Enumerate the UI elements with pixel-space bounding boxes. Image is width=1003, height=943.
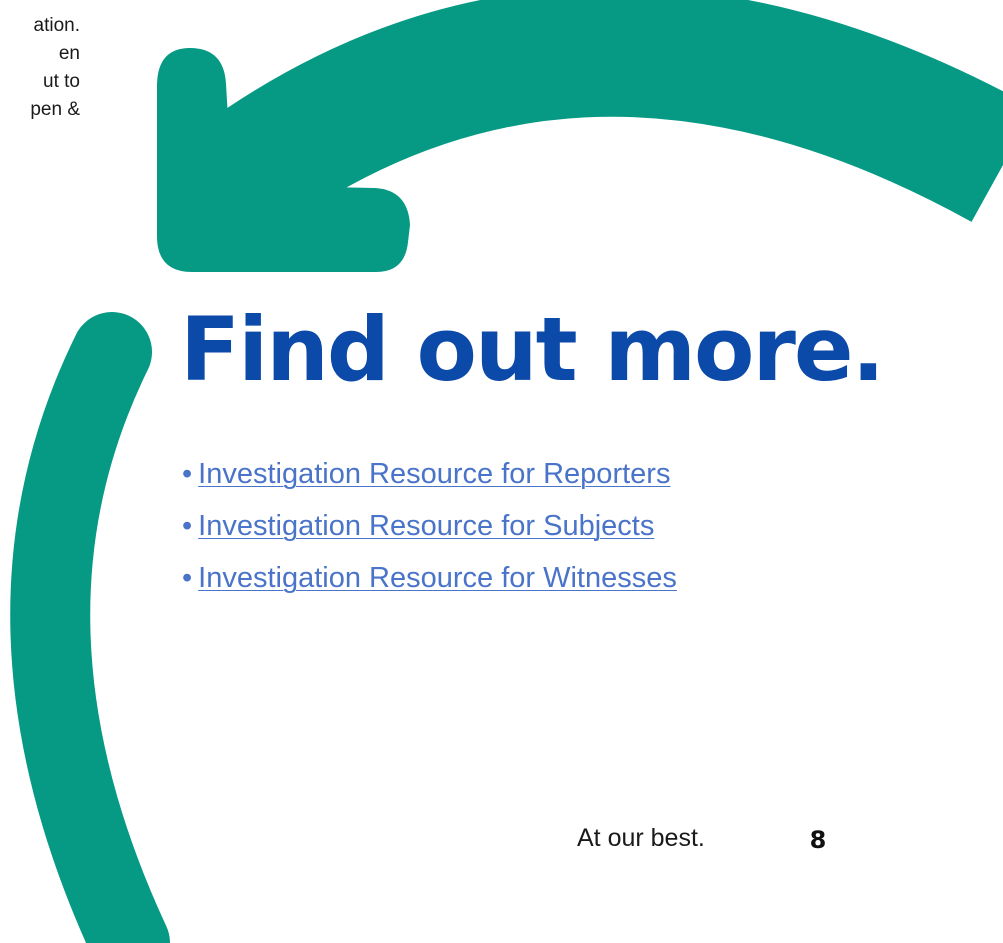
arrow-arc-left [10,312,170,943]
bullet: • [182,562,193,594]
intro-line: pen & [30,99,80,120]
list-item: • Investigation Resource for Subjects [182,500,677,552]
resource-link-list: • Investigation Resource for Reporters • I… [182,448,677,604]
page-number: 8 [809,826,827,854]
footer-tagline: At our best. [577,824,705,852]
arrow-arc-upper [164,0,1003,256]
intro-line: ation. [33,15,80,36]
intro-line: en [58,43,80,64]
link-subjects-resource[interactable]: Investigation Resource for Subjects [198,510,654,542]
intro-line: ut to [43,71,80,92]
bullet: • [182,458,193,490]
bullet: • [182,510,193,542]
intro-text: ation. en ut to pen & [0,12,80,124]
link-witnesses-resource[interactable]: Investigation Resource for Witnesses [198,562,677,594]
page-title: Find out more. [180,298,885,401]
list-item: • Investigation Resource for Reporters [182,448,677,500]
list-item: • Investigation Resource for Witnesses [182,552,677,604]
link-reporters-resource[interactable]: Investigation Resource for Reporters [198,458,670,490]
